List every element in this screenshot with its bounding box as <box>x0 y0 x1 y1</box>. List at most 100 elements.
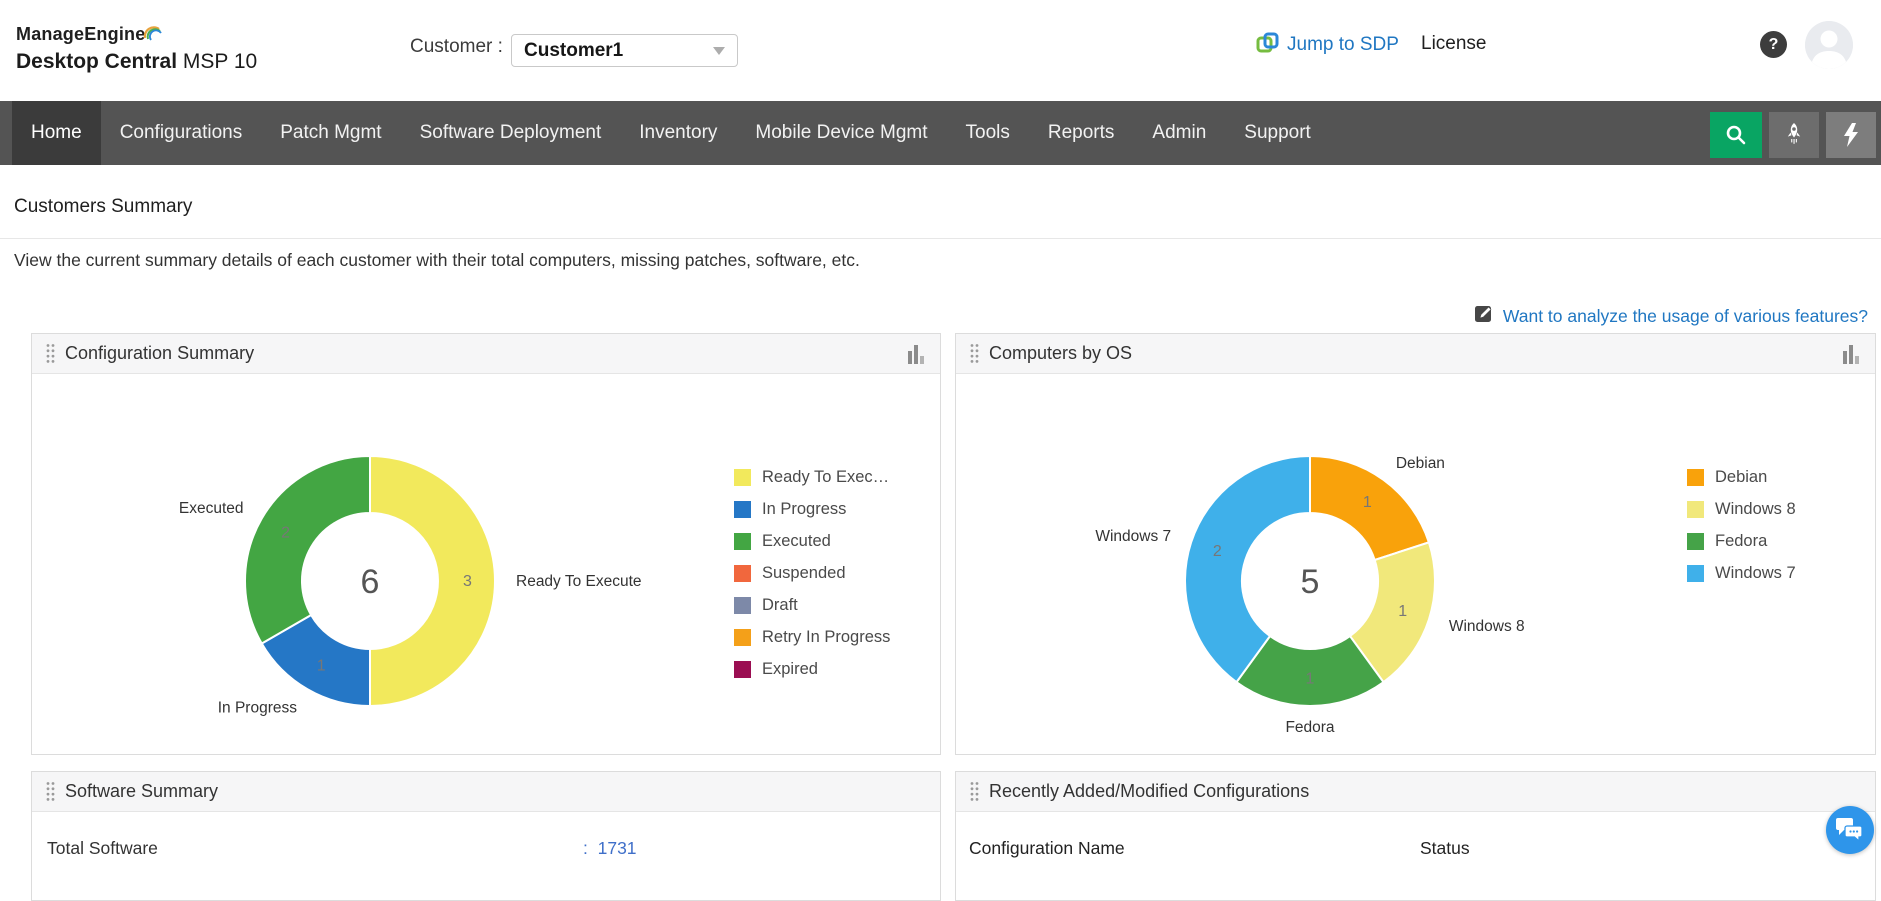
chart-type-icon[interactable] <box>907 344 926 364</box>
legend-label: Fedora <box>1715 532 1767 551</box>
panel-title: Recently Added/Modified Configurations <box>989 781 1861 802</box>
nav-item-support[interactable]: Support <box>1225 101 1330 165</box>
avatar[interactable] <box>1805 21 1853 69</box>
donut-slice-executed[interactable] <box>245 456 370 644</box>
legend-label: Windows 7 <box>1715 564 1796 583</box>
panel-title: Configuration Summary <box>65 343 897 364</box>
legend-item[interactable]: Suspended <box>734 557 890 589</box>
slice-value-label: 2 <box>281 524 290 541</box>
donut-slice-ready-to-execute[interactable] <box>370 456 495 706</box>
legend-item[interactable]: Draft <box>734 589 890 621</box>
legend-label: In Progress <box>762 500 846 519</box>
customer-label: Customer : <box>410 36 503 58</box>
nav-item-configurations[interactable]: Configurations <box>101 101 262 165</box>
nav-item-home[interactable]: Home <box>12 101 101 165</box>
legend-item[interactable]: In Progress <box>734 493 890 525</box>
legend-swatch-icon <box>1687 565 1704 582</box>
legend-item[interactable]: Debian <box>1687 461 1796 493</box>
drag-handle-icon[interactable] <box>46 343 55 364</box>
slice-name-label: Ready To Execute <box>516 573 642 590</box>
jump-to-sdp-label: Jump to SDP <box>1287 34 1399 56</box>
legend-swatch-icon <box>734 661 751 678</box>
chat-button[interactable] <box>1826 806 1874 854</box>
page-description: View the current summary details of each… <box>14 250 860 271</box>
nav-item-mobile-device-mgmt[interactable]: Mobile Device Mgmt <box>736 101 946 165</box>
customer-select-value: Customer1 <box>524 40 713 62</box>
drag-handle-icon[interactable] <box>970 781 979 802</box>
legend-label: Windows 8 <box>1715 500 1796 519</box>
brand-logo: ManageEngine Desktop Central MSP 10 <box>16 24 257 74</box>
slice-name-label: Windows 7 <box>1095 528 1171 545</box>
nav-item-tools[interactable]: Tools <box>947 101 1029 165</box>
divider <box>0 238 1881 239</box>
slice-name-label: Fedora <box>1285 719 1334 736</box>
help-icon[interactable]: ? <box>1760 31 1787 58</box>
chart-type-icon[interactable] <box>1842 344 1861 364</box>
search-icon <box>1724 123 1748 147</box>
donut-center-total: 5 <box>1301 563 1320 601</box>
panel-computers-by-os: Computers by OS 1Debian1Windows 81Fedora… <box>955 333 1876 755</box>
drag-handle-icon[interactable] <box>46 781 55 802</box>
slice-name-label: In Progress <box>218 699 298 716</box>
legend-swatch-icon <box>734 469 751 486</box>
panel-header: Computers by OS <box>956 334 1875 374</box>
legend-swatch-icon <box>734 629 751 646</box>
computers-by-os-donut-chart[interactable]: 1Debian1Windows 81Fedora2Windows 75Debia… <box>956 374 1875 753</box>
nav-item-admin[interactable]: Admin <box>1133 101 1225 165</box>
legend-item[interactable]: Ready To Exec… <box>734 461 890 493</box>
legend-item[interactable]: Expired <box>734 653 890 685</box>
person-icon <box>1805 21 1853 69</box>
legend-label: Executed <box>762 532 831 551</box>
slice-name-label: Executed <box>179 500 244 517</box>
search-button[interactable] <box>1710 112 1762 158</box>
quick-actions-button[interactable] <box>1826 112 1876 158</box>
slice-value-label: 1 <box>1398 603 1407 620</box>
legend-item[interactable]: Retry In Progress <box>734 621 890 653</box>
page-title: Customers Summary <box>14 196 192 218</box>
legend-label: Expired <box>762 660 818 679</box>
analyze-usage-link[interactable]: Want to analyze the usage of various fea… <box>1474 303 1868 329</box>
product-name: Desktop Central MSP 10 <box>16 50 257 74</box>
legend-label: Draft <box>762 596 798 615</box>
total-software-value-link[interactable]: : 1731 <box>583 838 637 859</box>
nav-item-software-deployment[interactable]: Software Deployment <box>401 101 621 165</box>
slice-name-label: Windows 8 <box>1449 618 1525 635</box>
sdp-icon <box>1256 31 1279 59</box>
customer-select[interactable]: Customer1 <box>511 34 738 67</box>
panel-software-summary: Software Summary Total Software : 1731 <box>31 771 941 901</box>
panel-title: Computers by OS <box>989 343 1832 364</box>
legend-item[interactable]: Executed <box>734 525 890 557</box>
panel-title: Software Summary <box>65 781 926 802</box>
panel-header: Recently Added/Modified Configurations <box>956 772 1875 812</box>
analyze-usage-label: Want to analyze the usage of various fea… <box>1503 306 1868 327</box>
legend-item[interactable]: Windows 8 <box>1687 493 1796 525</box>
legend-label: Retry In Progress <box>762 628 890 647</box>
legend-swatch-icon <box>1687 533 1704 550</box>
chat-icon <box>1835 816 1865 844</box>
main-nav: Home Configurations Patch Mgmt Software … <box>0 101 1881 165</box>
legend-swatch-icon <box>1687 469 1704 486</box>
getting-started-button[interactable] <box>1769 112 1819 158</box>
legend-swatch-icon <box>734 533 751 550</box>
panel-header: Configuration Summary <box>32 334 940 374</box>
nav-item-inventory[interactable]: Inventory <box>620 101 736 165</box>
nav-icon-buttons <box>1710 112 1876 158</box>
panel-configuration-summary: Configuration Summary 3Ready To Execute1… <box>31 333 941 755</box>
slice-value-label: 2 <box>1213 543 1222 560</box>
legend-item[interactable]: Windows 7 <box>1687 557 1796 589</box>
chart-legend: Debian Windows 8 Fedora Windows 7 <box>1687 461 1796 589</box>
nav-item-reports[interactable]: Reports <box>1029 101 1134 165</box>
top-header: ManageEngine Desktop Central MSP 10 Cust… <box>0 0 1881 101</box>
slice-value-label: 1 <box>1306 671 1315 688</box>
drag-handle-icon[interactable] <box>970 343 979 364</box>
legend-label: Suspended <box>762 564 846 583</box>
nav-item-patch-mgmt[interactable]: Patch Mgmt <box>261 101 400 165</box>
legend-item[interactable]: Fedora <box>1687 525 1796 557</box>
configuration-summary-donut-chart[interactable]: 3Ready To Execute1In Progress2Executed6R… <box>32 374 940 753</box>
slice-value-label: 3 <box>463 573 472 590</box>
jump-to-sdp-link[interactable]: Jump to SDP <box>1256 31 1399 59</box>
donut-center-total: 6 <box>361 563 380 601</box>
column-header-status: Status <box>1420 838 1470 859</box>
license-link[interactable]: License <box>1421 33 1487 55</box>
edit-icon <box>1474 303 1495 329</box>
